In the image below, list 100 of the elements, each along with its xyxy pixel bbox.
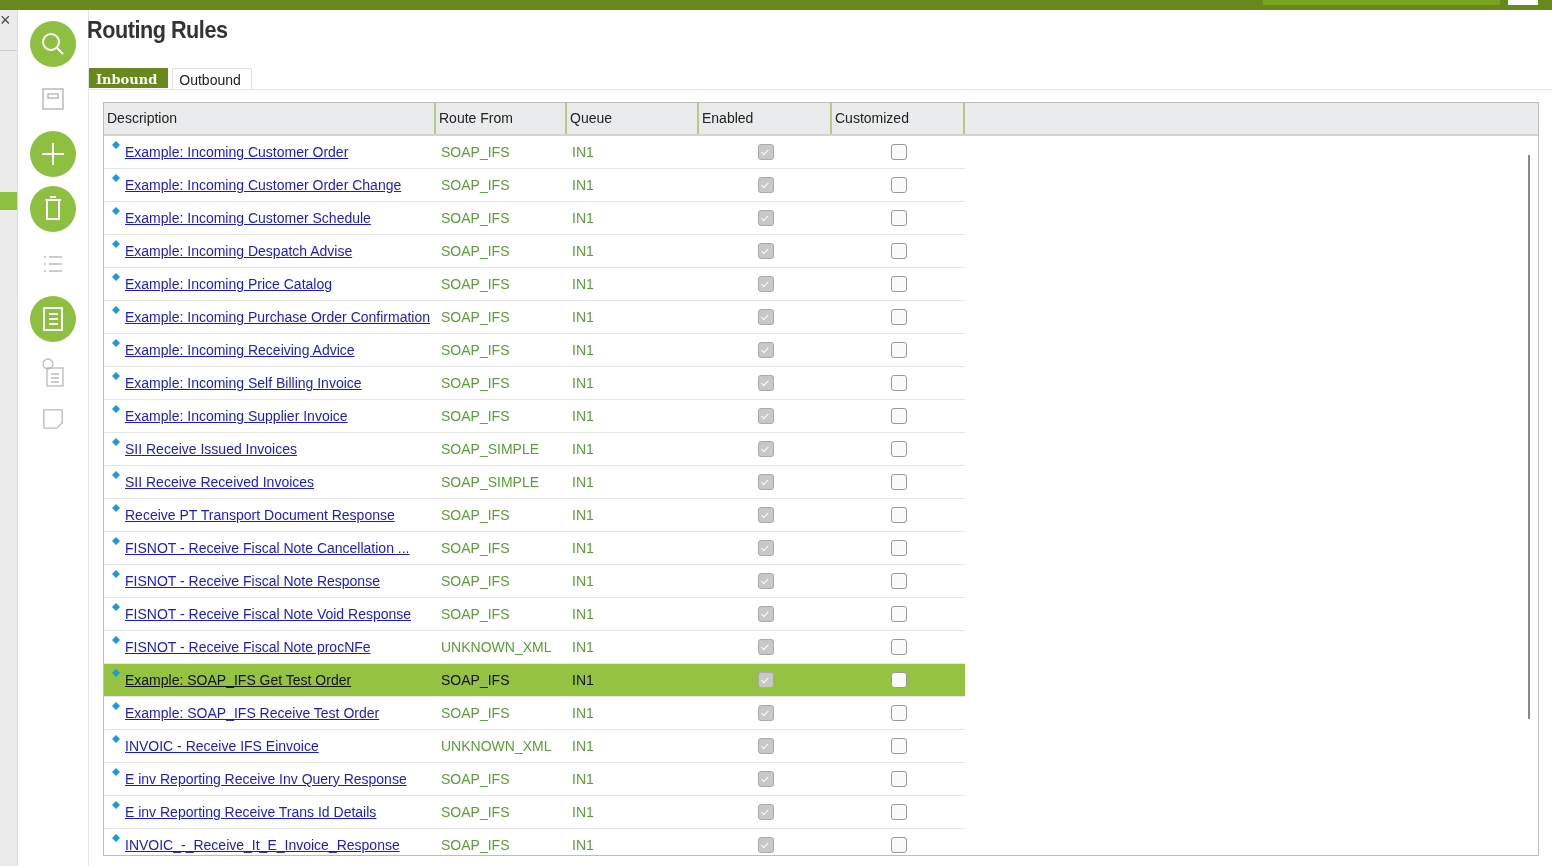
table-row[interactable]: FISNOT - Receive Fiscal Note Void Response SOAP_IFS IN1 <box>104 598 965 631</box>
description-link[interactable]: Receive PT Transport Document Response <box>125 507 395 523</box>
description-link[interactable]: Example: Incoming Customer Schedule <box>125 210 371 226</box>
enabled-checkbox[interactable] <box>757 606 774 622</box>
description-link[interactable]: FISNOT - Receive Fiscal Note Cancellation ... <box>125 540 410 556</box>
description-link[interactable]: INVOIC_-_Receive_It_E_Invoice_Response <box>125 837 400 853</box>
table-row[interactable]: Example: Incoming Despatch Advise SOAP_IFS IN1 <box>104 235 965 268</box>
enabled-checkbox[interactable] <box>757 540 774 556</box>
description-link[interactable]: E inv Reporting Receive Inv Query Response <box>125 771 407 787</box>
document-list-icon[interactable] <box>30 296 76 342</box>
column-header[interactable]: Description <box>104 103 436 134</box>
enabled-checkbox[interactable] <box>757 474 774 490</box>
close-button[interactable]: × <box>0 10 17 51</box>
enabled-checkbox[interactable] <box>757 837 774 853</box>
table-row[interactable]: INVOIC_-_Receive_It_E_Invoice_Response SOAP_IFS IN1 <box>104 829 965 855</box>
table-row[interactable]: FISNOT - Receive Fiscal Note Response SOAP_IFS IN1 <box>104 565 965 598</box>
customized-checkbox[interactable] <box>890 177 907 193</box>
scrollbar[interactable] <box>1528 155 1530 719</box>
customized-checkbox[interactable] <box>890 771 907 787</box>
customized-checkbox[interactable] <box>890 639 907 655</box>
description-link[interactable]: INVOIC - Receive IFS Einvoice <box>125 738 319 754</box>
table-row[interactable]: Example: Incoming Customer Order Change SOAP_IFS IN1 <box>104 169 965 202</box>
add-icon[interactable] <box>30 131 76 177</box>
description-link[interactable]: Example: Incoming Despatch Advise <box>125 243 353 259</box>
customized-checkbox[interactable] <box>890 606 907 622</box>
enabled-checkbox[interactable] <box>757 441 774 457</box>
enabled-checkbox[interactable] <box>757 639 774 655</box>
customized-checkbox[interactable] <box>890 408 907 424</box>
note-icon[interactable] <box>42 408 64 430</box>
enabled-checkbox[interactable] <box>757 342 774 358</box>
table-row[interactable]: Example: Incoming Purchase Order Confirmation SOAP_IFS IN1 <box>104 301 965 334</box>
table-row[interactable]: E inv Reporting Receive Trans Id Details SOAP_IFS IN1 <box>104 796 965 829</box>
search-field[interactable] <box>1263 0 1500 5</box>
customized-checkbox[interactable] <box>890 507 907 523</box>
customized-checkbox[interactable] <box>890 309 907 325</box>
description-link[interactable]: Example: Incoming Supplier Invoice <box>125 408 348 424</box>
enabled-checkbox[interactable] <box>757 210 774 226</box>
table-row[interactable]: Example: Incoming Customer Schedule SOAP_IFS IN1 <box>104 202 965 235</box>
table-row[interactable]: Example: SOAP_IFS Get Test Order SOAP_IFS IN1 <box>104 664 965 697</box>
column-header[interactable]: Enabled <box>699 103 832 134</box>
customized-checkbox[interactable] <box>890 210 907 226</box>
enabled-checkbox[interactable] <box>757 573 774 589</box>
customized-checkbox[interactable] <box>890 705 907 721</box>
customized-checkbox[interactable] <box>890 342 907 358</box>
customized-checkbox[interactable] <box>890 441 907 457</box>
customized-checkbox[interactable] <box>890 375 907 391</box>
table-row[interactable]: Example: SOAP_IFS Receive Test Order SOAP_IFS IN1 <box>104 697 965 730</box>
table-row[interactable]: Example: Incoming Price Catalog SOAP_IFS IN1 <box>104 268 965 301</box>
delete-icon[interactable] <box>30 186 76 232</box>
table-row[interactable]: FISNOT - Receive Fiscal Note Cancellation ... SOAP_IFS IN1 <box>104 532 965 565</box>
description-link[interactable]: FISNOT - Receive Fiscal Note procNFe <box>125 639 371 655</box>
customized-checkbox[interactable] <box>890 804 907 820</box>
description-link[interactable]: FISNOT - Receive Fiscal Note Response <box>125 573 380 589</box>
description-link[interactable]: Example: Incoming Customer Order Change <box>125 177 402 193</box>
customized-checkbox[interactable] <box>890 672 907 688</box>
description-link[interactable]: Example: Incoming Customer Order <box>125 144 349 160</box>
description-link[interactable]: Example: Incoming Price Catalog <box>125 276 332 292</box>
customized-checkbox[interactable] <box>890 738 907 754</box>
description-link[interactable]: Example: SOAP_IFS Receive Test Order <box>125 705 380 721</box>
table-row[interactable]: SII Receive Issued Invoices SOAP_SIMPLE IN1 <box>104 433 965 466</box>
table-row[interactable]: Example: Incoming Supplier Invoice SOAP_IFS IN1 <box>104 400 965 433</box>
enabled-checkbox[interactable] <box>757 309 774 325</box>
description-link[interactable]: Example: SOAP_IFS Get Test Order <box>125 672 352 688</box>
tab[interactable]: Inbound <box>89 68 169 88</box>
description-link[interactable]: SII Receive Issued Invoices <box>125 441 297 457</box>
description-link[interactable]: Example: Incoming Self Billing Invoice <box>125 375 362 391</box>
search-icon[interactable] <box>30 21 76 67</box>
enabled-checkbox[interactable] <box>757 672 774 688</box>
enabled-checkbox[interactable] <box>757 507 774 523</box>
info-document-icon[interactable] <box>41 358 65 388</box>
tab[interactable]: Outbound <box>172 68 252 89</box>
table-row[interactable]: SII Receive Received Invoices SOAP_SIMPLE IN1 <box>104 466 965 499</box>
table-row[interactable]: Example: Incoming Customer Order SOAP_IFS IN1 <box>104 136 965 169</box>
enabled-checkbox[interactable] <box>757 738 774 754</box>
table-row[interactable]: Receive PT Transport Document Response SOAP_IFS IN1 <box>104 499 965 532</box>
description-link[interactable]: Example: Incoming Purchase Order Confirmation <box>125 309 431 325</box>
enabled-checkbox[interactable] <box>757 375 774 391</box>
column-header[interactable]: Route From <box>436 103 567 134</box>
table-row[interactable]: Example: Incoming Receiving Advice SOAP_IFS IN1 <box>104 334 965 367</box>
form-icon[interactable] <box>41 87 65 111</box>
description-link[interactable]: SII Receive Received Invoices <box>125 474 315 490</box>
customized-checkbox[interactable] <box>890 573 907 589</box>
table-row[interactable]: E inv Reporting Receive Inv Query Response SOAP_IFS IN1 <box>104 763 965 796</box>
enabled-checkbox[interactable] <box>757 771 774 787</box>
enabled-checkbox[interactable] <box>757 243 774 259</box>
enabled-checkbox[interactable] <box>757 276 774 292</box>
enabled-checkbox[interactable] <box>757 804 774 820</box>
customized-checkbox[interactable] <box>890 474 907 490</box>
table-row[interactable]: Example: Incoming Self Billing Invoice SOAP_IFS IN1 <box>104 367 965 400</box>
enabled-checkbox[interactable] <box>757 144 774 160</box>
enabled-checkbox[interactable] <box>757 177 774 193</box>
customized-checkbox[interactable] <box>890 540 907 556</box>
column-header[interactable]: Queue <box>567 103 699 134</box>
description-link[interactable]: FISNOT - Receive Fiscal Note Void Response <box>125 606 412 622</box>
customized-checkbox[interactable] <box>890 243 907 259</box>
customized-checkbox[interactable] <box>890 276 907 292</box>
table-row[interactable]: INVOIC - Receive IFS Einvoice UNKNOWN_XML IN1 <box>104 730 965 763</box>
customized-checkbox[interactable] <box>890 144 907 160</box>
description-link[interactable]: Example: Incoming Receiving Advice <box>125 342 355 358</box>
description-link[interactable]: E inv Reporting Receive Trans Id Details <box>125 804 377 820</box>
